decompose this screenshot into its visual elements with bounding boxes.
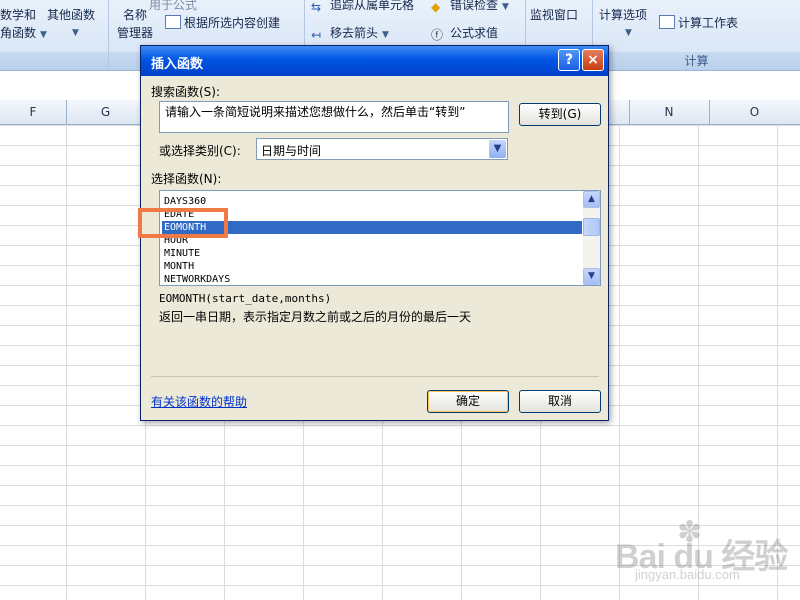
use-in-formula-button[interactable]: 用于公式 <box>149 0 197 13</box>
math-trig-button-label2: 角函数 ▼ <box>0 26 47 40</box>
chevron-down-icon[interactable]: ▼ <box>489 140 506 158</box>
calc-sheet-button[interactable]: 计算工作表 <box>659 14 738 31</box>
column-header-f[interactable]: F <box>0 100 67 124</box>
category-label: 或选择类别(C): <box>159 144 241 158</box>
list-scrollbar[interactable]: ▲ ▼ <box>583 191 600 285</box>
function-signature: EOMONTH(start_date,months) <box>159 292 332 305</box>
other-functions-button[interactable]: 其他函数 <box>47 6 95 23</box>
create-from-selection-button[interactable]: 根据所选内容创建 <box>165 14 280 31</box>
column-header-g[interactable]: G <box>66 100 146 124</box>
remove-arrows-icon: ↤ <box>311 28 322 42</box>
ok-button[interactable]: 确定 <box>427 390 509 413</box>
calculation-group: 计算选项 ▼ 计算工作表 计算 <box>593 0 800 70</box>
function-library-group: 数学和 角函数 ▼ 其他函数 ▼ <box>0 0 109 70</box>
evaluate-formula-button[interactable]: ⓕ 公式求值 <box>431 24 498 42</box>
calc-options-button[interactable]: 计算选项 <box>599 6 647 23</box>
list-item[interactable]: DAYS360 <box>162 195 582 208</box>
function-description: 返回一串日期，表示指定月数之前或之后的月份的最后一天 <box>159 310 472 324</box>
watch-window-button[interactable]: 监视窗口 <box>530 6 578 23</box>
math-trig-button[interactable]: 数学和 <box>0 6 36 23</box>
go-button[interactable]: 转到(G) <box>519 103 601 126</box>
function-help-link[interactable]: 有关该函数的帮助 <box>151 393 247 410</box>
list-item[interactable]: MINUTE <box>162 247 582 260</box>
search-function-label: 搜索函数(S): <box>151 85 221 99</box>
error-checking-button[interactable]: ◆ 错误检查 ▼ <box>431 0 509 14</box>
trace-dependents-button[interactable]: ⇆ 追踪从属单元格 <box>311 0 414 14</box>
list-item[interactable]: NETWORKDAYS <box>162 273 582 285</box>
close-icon[interactable]: × <box>582 49 604 71</box>
divider <box>151 376 599 377</box>
name-manager-label2: 管理器 <box>117 26 154 40</box>
function-listbox[interactable]: DAYS360 EDATE EOMONTH HOUR MINUTE MONTH … <box>159 190 601 286</box>
name-manager-button[interactable]: 名称 <box>123 6 147 23</box>
dialog-title: 插入函数 <box>151 57 204 72</box>
help-icon[interactable]: ? <box>558 49 580 71</box>
calc-group-label: 计算 <box>593 52 800 70</box>
scroll-down-icon[interactable]: ▼ <box>583 268 600 285</box>
dialog-titlebar[interactable]: 插入函数 ? × <box>141 46 608 76</box>
search-function-input[interactable]: 请输入一条简短说明来描述您想做什么，然后单击“转到” <box>159 101 509 133</box>
evaluate-icon: ⓕ <box>431 28 444 42</box>
column-header-o[interactable]: O <box>709 100 800 124</box>
list-item[interactable]: MONTH <box>162 260 582 273</box>
remove-arrows-button[interactable]: ↤ 移去箭头 ▼ <box>311 24 389 42</box>
category-selected-value: 日期与时间 <box>261 144 322 158</box>
select-function-label: 选择函数(N): <box>151 172 222 186</box>
table-icon <box>165 15 181 29</box>
scroll-thumb[interactable] <box>583 218 600 236</box>
trace-arrow-icon: ⇆ <box>311 0 322 14</box>
dropdown-arrow-icon: ▼ <box>40 30 47 40</box>
annotation-highlight-box <box>138 208 228 238</box>
error-check-icon: ◆ <box>431 0 441 14</box>
category-select[interactable]: 日期与时间 ▼ <box>256 138 508 160</box>
column-header-n[interactable]: N <box>629 100 710 124</box>
baidu-watermark: ✽ Bai du 经验 jingyan.baidu.com <box>615 515 795 595</box>
watermark-url: jingyan.baidu.com <box>635 567 740 582</box>
dropdown-arrow-icon: ▼ <box>72 28 79 38</box>
dropdown-arrow-icon: ▼ <box>625 28 632 38</box>
calculator-icon <box>659 15 675 29</box>
scroll-up-icon[interactable]: ▲ <box>583 191 600 208</box>
cancel-button[interactable]: 取消 <box>519 390 601 413</box>
